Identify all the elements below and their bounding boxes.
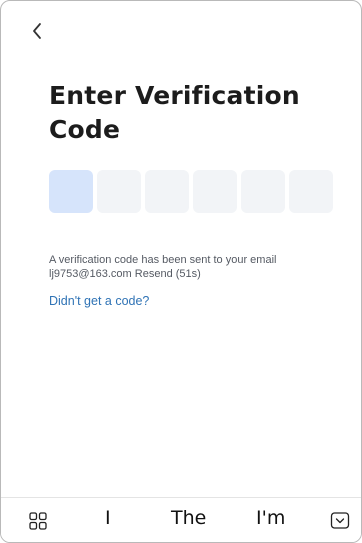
chevron-left-icon (33, 23, 41, 39)
didnt-get-code-link[interactable]: Didn't get a code? (49, 294, 149, 308)
code-digit-box[interactable] (145, 170, 189, 213)
code-digit-box[interactable] (97, 170, 141, 213)
sent-message-text: A verification code has been sent to you… (49, 254, 277, 266)
keyboard-suggestion-bar: I The I'm (1, 498, 361, 542)
verification-sent-message: A verification code has been sent to you… (49, 253, 334, 281)
code-input-group[interactable] (49, 170, 333, 213)
code-digit-box[interactable] (193, 170, 237, 213)
keyboard-hide-icon[interactable] (330, 511, 350, 531)
code-digit-box[interactable] (289, 170, 333, 213)
resend-button[interactable]: Resend (51s) (135, 268, 201, 280)
back-button[interactable] (27, 19, 47, 43)
page-title: Enter Verification Code (49, 81, 300, 144)
verification-screen: Enter Verification Code A verification c… (0, 0, 362, 543)
suggestion-word[interactable]: The (171, 507, 206, 529)
code-digit-box[interactable] (241, 170, 285, 213)
email-address: lj9753@163.com (49, 268, 132, 280)
suggestion-word[interactable]: I (105, 507, 111, 529)
suggestion-word[interactable]: I'm (256, 507, 285, 529)
grid-icon[interactable] (29, 512, 47, 530)
code-digit-box[interactable] (49, 170, 93, 213)
